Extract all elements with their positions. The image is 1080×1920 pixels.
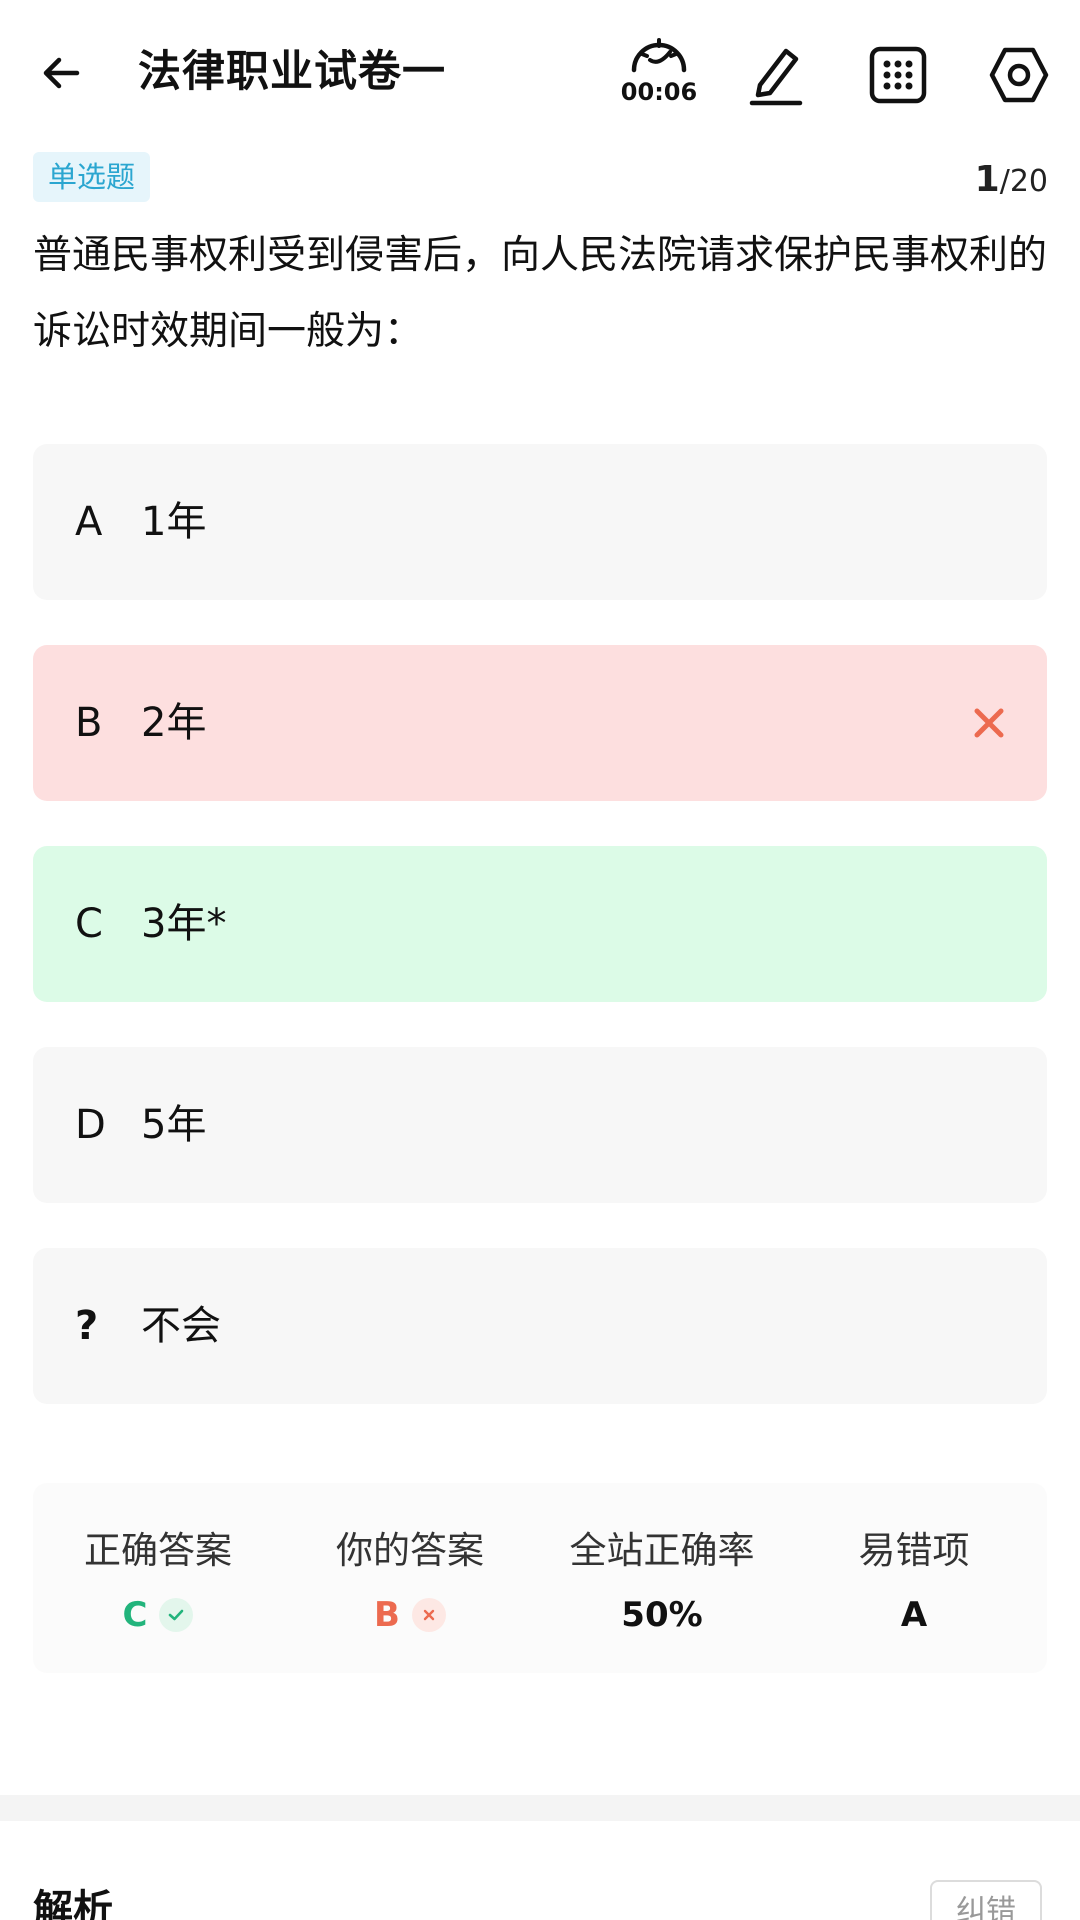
common-mistake-value: A [900,1595,928,1635]
speedometer-icon [631,38,687,73]
question-type-badge: 单选题 [33,152,151,202]
option-a[interactable]: A 1年 [33,444,1047,600]
stat-label: 你的答案 [336,1529,484,1572]
stat-site-accuracy: 全站正确率 50% [537,1483,787,1637]
your-answer-value: B [374,1595,400,1635]
option-letter: C [75,901,103,947]
option-letter: B [75,700,103,746]
option-text: 1年 [141,499,207,545]
progress-total: /20 [999,164,1048,199]
site-accuracy-value: 50% [621,1595,703,1635]
hexagon-settings-icon [989,47,1049,103]
stat-label: 全站正确率 [569,1529,755,1572]
cross-icon [974,708,1004,738]
timer-text: 00:06 [620,78,698,106]
option-text: 3年* [141,901,227,947]
option-text: 5年 [141,1102,207,1148]
stat-value-row: C [33,1593,283,1637]
correct-answer-value: C [122,1595,148,1635]
stat-correct-answer: 正确答案 C [33,1483,283,1637]
answer-sheet-button[interactable] [863,40,933,110]
option-dont-know[interactable]: ? 不会 [33,1248,1047,1404]
top-bar: 法律职业试卷一 00:06 [0,0,1080,140]
question-text: 普通民事权利受到侵害后，向人民法院请求保护民事权利的诉讼时效期间一般为： [33,233,1048,354]
option-letter: ? [75,1303,99,1349]
quiz-page: 法律职业试卷一 00:06 单选题 1/20 普通民事权利受到侵害后，向人民法院… [0,0,1080,1920]
check-icon [159,1598,194,1632]
option-text: 2年 [141,700,207,746]
pencil-icon [749,48,803,106]
stat-value-row: B [285,1593,535,1637]
back-button[interactable] [30,42,92,104]
section-divider [0,1795,1080,1821]
note-button[interactable] [741,40,811,110]
stat-common-mistake: 易错项 A [789,1483,1039,1637]
option-text: 不会 [141,1303,221,1349]
arrow-left-icon [43,57,80,89]
stat-your-answer: 你的答案 B [285,1483,535,1637]
progress-current: 1 [974,159,1000,200]
option-d[interactable]: D 5年 [33,1047,1047,1203]
page-title: 法律职业试卷一 [138,47,446,97]
question-progress: 1/20 [975,158,1048,204]
option-letter: A [75,499,103,545]
report-error-button[interactable]: 纠错 [930,1880,1042,1920]
option-c[interactable]: C 3年* [33,846,1047,1002]
stat-label: 正确答案 [84,1529,232,1572]
answer-stats-card: 正确答案 C 你的答案 B 全站正确率 50% 易错项 A [33,1483,1047,1673]
stat-label: 易错项 [858,1529,970,1572]
timer-button[interactable]: 00:06 [614,30,704,110]
option-letter: D [75,1102,106,1148]
analysis-heading: 解析 [33,1887,113,1920]
settings-button[interactable] [984,40,1054,110]
option-b[interactable]: B 2年 [33,645,1047,801]
cross-small-icon [411,1598,446,1632]
grid-dots-icon [869,46,927,104]
